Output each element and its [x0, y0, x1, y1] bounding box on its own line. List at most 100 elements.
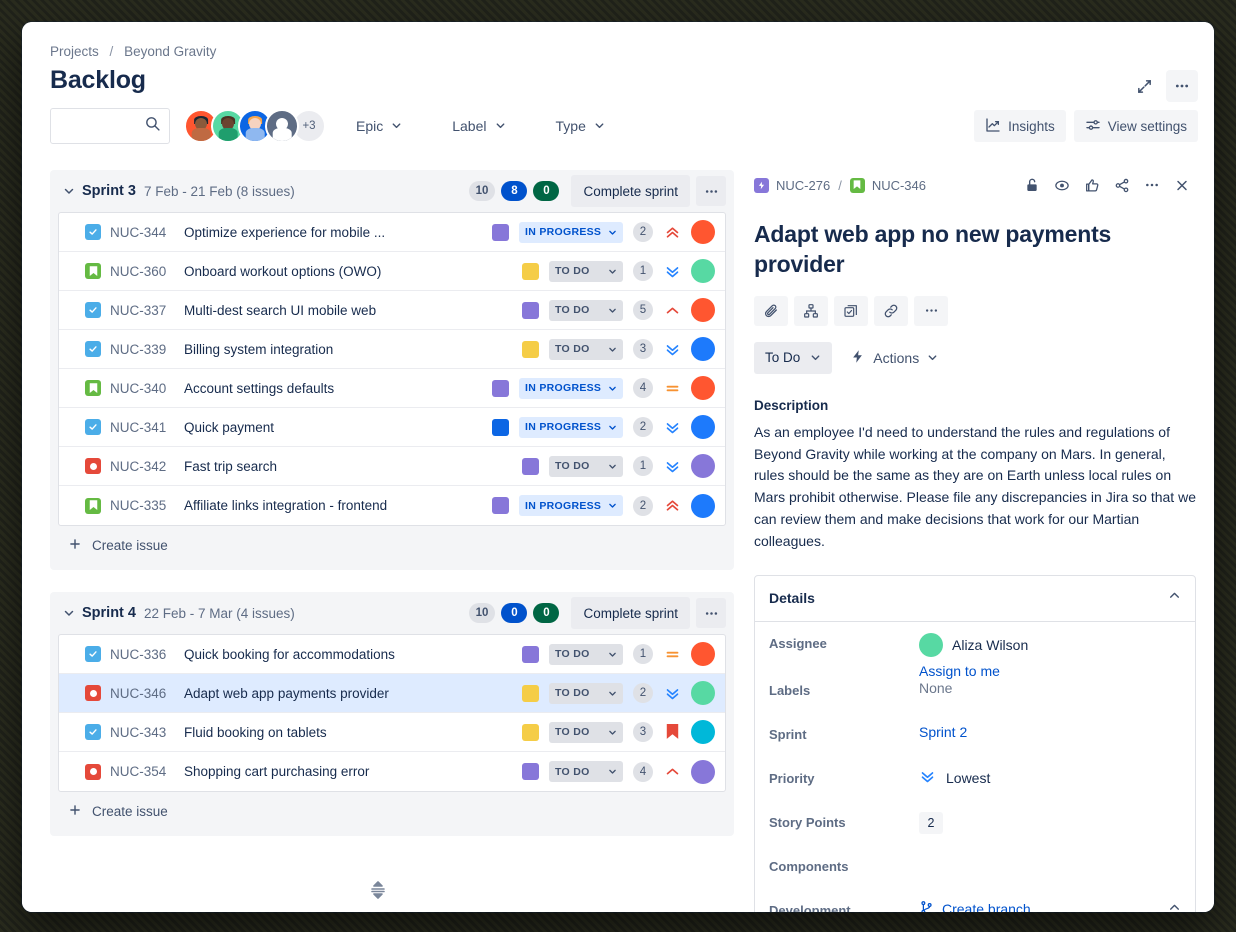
issue-key[interactable]: NUC-346 — [110, 686, 184, 701]
more-horizontal-icon[interactable] — [1138, 171, 1166, 199]
breadcrumb-project[interactable]: Beyond Gravity — [124, 44, 216, 59]
epic-color-swatch[interactable] — [522, 341, 539, 358]
unlock-icon[interactable] — [1018, 171, 1046, 199]
status-badge[interactable]: IN PROGRESS — [519, 417, 623, 438]
avatar[interactable] — [691, 337, 715, 361]
actions-dropdown[interactable]: Actions — [850, 349, 938, 367]
avatar[interactable] — [691, 720, 715, 744]
table-row[interactable]: NUC-341 Quick payment IN PROGRESS 2 — [59, 408, 725, 447]
status-badge[interactable]: TO DO — [549, 339, 623, 360]
detail-epic-link[interactable]: NUC-276 — [754, 178, 830, 193]
sprint-more-icon[interactable] — [696, 176, 726, 206]
filter-epic[interactable]: Epic — [346, 110, 412, 142]
resize-vertical-icon[interactable] — [366, 878, 390, 902]
sprint-link[interactable]: Sprint 2 — [919, 724, 967, 740]
detail-issue-link[interactable]: NUC-346 — [850, 178, 926, 193]
issue-key[interactable]: NUC-340 — [110, 381, 184, 396]
avatar[interactable] — [691, 454, 715, 478]
complete-sprint-button[interactable]: Complete sprint — [571, 597, 690, 629]
epic-color-swatch[interactable] — [522, 724, 539, 741]
table-row[interactable]: NUC-339 Billing system integration TO DO… — [59, 330, 725, 369]
field-value[interactable]: None — [919, 679, 952, 696]
more-horizontal-icon[interactable] — [1166, 70, 1198, 102]
filter-type[interactable]: Type — [546, 110, 615, 142]
status-badge[interactable]: TO DO — [549, 722, 623, 743]
breadcrumb-projects[interactable]: Projects — [50, 44, 99, 59]
epic-color-swatch[interactable] — [492, 419, 509, 436]
avatar[interactable] — [691, 220, 715, 244]
chevron-up-icon[interactable] — [1168, 589, 1181, 607]
avatar[interactable] — [691, 760, 715, 784]
status-badge[interactable]: IN PROGRESS — [519, 222, 623, 243]
thumbs-up-icon[interactable] — [1078, 171, 1106, 199]
epic-color-swatch[interactable] — [522, 263, 539, 280]
count-inprogress[interactable]: 8 — [501, 181, 527, 201]
issue-key[interactable]: NUC-341 — [110, 420, 184, 435]
issue-key[interactable]: NUC-335 — [110, 498, 184, 513]
status-badge[interactable]: TO DO — [549, 300, 623, 321]
count-todo[interactable]: 10 — [469, 603, 496, 623]
view-settings-button[interactable]: View settings — [1074, 110, 1198, 142]
attach-icon[interactable] — [754, 296, 788, 326]
avatar[interactable] — [691, 494, 715, 518]
epic-color-swatch[interactable] — [492, 224, 509, 241]
filter-label[interactable]: Label — [442, 110, 515, 142]
table-row[interactable]: NUC-344 Optimize experience for mobile .… — [59, 213, 725, 252]
child-issue-icon[interactable] — [794, 296, 828, 326]
count-done[interactable]: 0 — [533, 603, 559, 623]
table-row[interactable]: NUC-337 Multi-dest search UI mobile web … — [59, 291, 725, 330]
table-row[interactable]: NUC-354 Shopping cart purchasing error T… — [59, 752, 725, 791]
watch-eye-icon[interactable] — [1048, 171, 1076, 199]
table-row[interactable]: NUC-336 Quick booking for accommodations… — [59, 635, 725, 674]
avatar[interactable] — [691, 298, 715, 322]
epic-color-swatch[interactable] — [492, 380, 509, 397]
status-badge[interactable]: TO DO — [549, 261, 623, 282]
issue-key[interactable]: NUC-337 — [110, 303, 184, 318]
status-badge[interactable]: TO DO — [549, 761, 623, 782]
assign-to-me-link[interactable]: Assign to me — [919, 663, 1028, 679]
link-icon[interactable] — [874, 296, 908, 326]
count-inprogress[interactable]: 0 — [501, 603, 527, 623]
chevron-down-icon[interactable] — [62, 184, 76, 198]
complete-sprint-button[interactable]: Complete sprint — [571, 175, 690, 207]
table-row[interactable]: NUC-360 Onboard workout options (OWO) TO… — [59, 252, 725, 291]
search-input[interactable] — [59, 118, 144, 135]
avatar[interactable] — [691, 376, 715, 400]
table-row[interactable]: NUC-343 Fluid booking on tablets TO DO 3 — [59, 713, 725, 752]
issue-key[interactable]: NUC-339 — [110, 342, 184, 357]
avatar-default[interactable] — [265, 109, 299, 143]
sprint-more-icon[interactable] — [696, 598, 726, 628]
details-card-header[interactable]: Details — [755, 576, 1195, 622]
search-box[interactable] — [50, 108, 170, 144]
assignee-value[interactable]: Aliza Wilson — [919, 633, 1028, 657]
avatar[interactable] — [691, 642, 715, 666]
avatar[interactable] — [691, 681, 715, 705]
table-row[interactable]: NUC-340 Account settings defaults IN PRO… — [59, 369, 725, 408]
epic-color-swatch[interactable] — [522, 646, 539, 663]
epic-color-swatch[interactable] — [522, 458, 539, 475]
table-row[interactable]: NUC-335 Affiliate links integration - fr… — [59, 486, 725, 525]
epic-color-swatch[interactable] — [522, 302, 539, 319]
close-icon[interactable] — [1168, 171, 1196, 199]
issue-key[interactable]: NUC-360 — [110, 264, 184, 279]
more-horizontal-icon[interactable] — [914, 296, 948, 326]
insights-button[interactable]: Insights — [974, 110, 1066, 142]
status-badge[interactable]: IN PROGRESS — [519, 495, 623, 516]
count-todo[interactable]: 10 — [469, 181, 496, 201]
create-issue-button[interactable]: Create issue — [50, 792, 734, 830]
chevron-down-icon[interactable] — [62, 606, 76, 620]
status-badge[interactable]: TO DO — [549, 456, 623, 477]
issue-key[interactable]: NUC-343 — [110, 725, 184, 740]
epic-color-swatch[interactable] — [522, 685, 539, 702]
issue-status-dropdown[interactable]: To Do — [754, 342, 832, 374]
issue-key[interactable]: NUC-344 — [110, 225, 184, 240]
avatar[interactable] — [691, 259, 715, 283]
status-badge[interactable]: TO DO — [549, 683, 623, 704]
field-value[interactable]: 2 — [919, 811, 943, 834]
create-issue-button[interactable]: Create issue — [50, 526, 734, 564]
status-badge[interactable]: IN PROGRESS — [519, 378, 623, 399]
share-icon[interactable] — [1108, 171, 1136, 199]
avatar[interactable] — [691, 415, 715, 439]
create-branch-link[interactable]: Create branch — [919, 900, 1031, 912]
subtask-icon[interactable] — [834, 296, 868, 326]
